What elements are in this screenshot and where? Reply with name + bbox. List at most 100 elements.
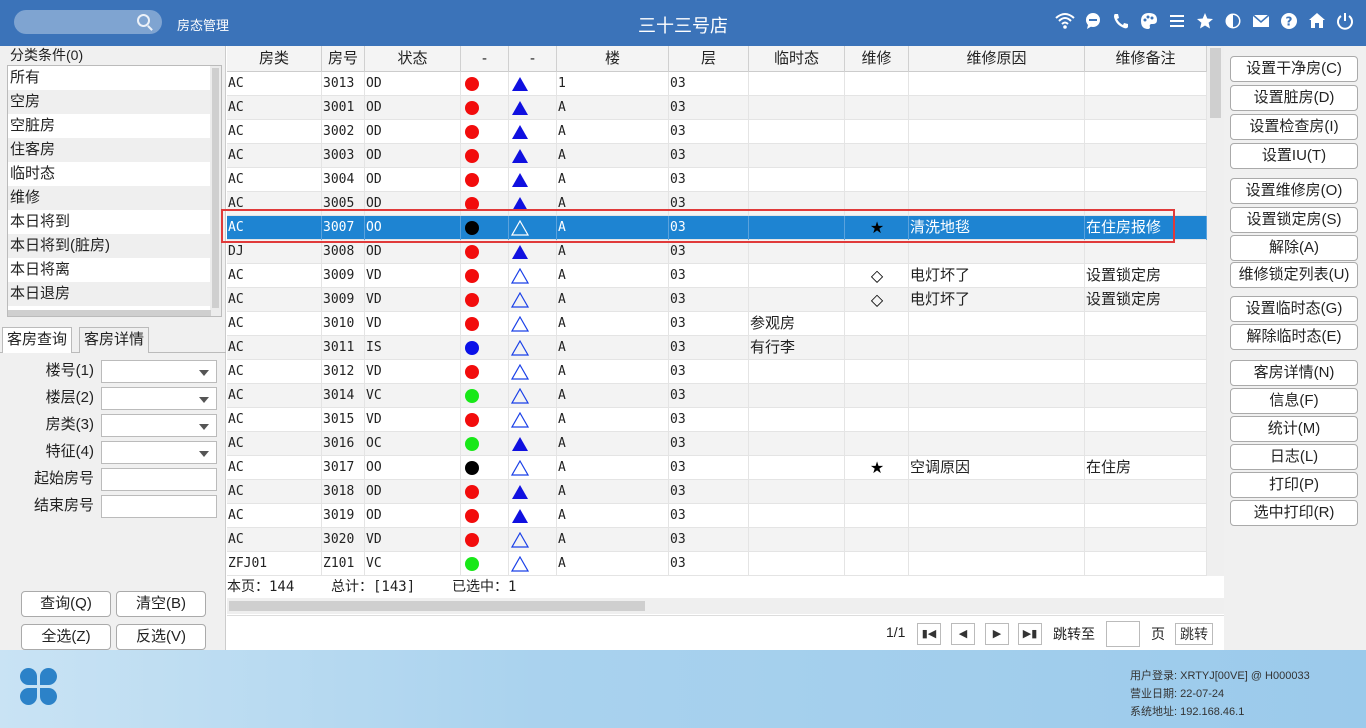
palette-icon[interactable] — [1138, 12, 1160, 34]
table-row[interactable]: AC 3018 OD A 03 — [227, 480, 1207, 504]
header-temp-status[interactable]: 临时态 — [749, 46, 845, 72]
power-icon[interactable] — [1334, 12, 1356, 34]
tab-room-detail[interactable]: 客房详情 — [79, 327, 150, 353]
action-button-4[interactable]: 设置维修房(O) — [1230, 178, 1358, 204]
table-row[interactable]: DJ 3008 OD A 03 — [227, 240, 1207, 264]
table-row[interactable]: AC 3009 VD A 03 ◇ 电灯坏了 设置锁定房 — [227, 288, 1207, 312]
action-button-11[interactable]: 信息(F) — [1230, 388, 1358, 414]
action-button-0[interactable]: 设置干净房(C) — [1230, 56, 1358, 82]
tab-room-query[interactable]: 客房查询 — [2, 327, 73, 353]
action-button-1[interactable]: 设置脏房(D) — [1230, 85, 1358, 111]
room-type-cell: AC — [227, 264, 322, 288]
action-button-10[interactable]: 客房详情(N) — [1230, 360, 1358, 386]
category-item[interactable]: 本日将到 — [8, 210, 221, 234]
table-row[interactable]: AC 3015 VD A 03 — [227, 408, 1207, 432]
prev-page-button[interactable]: ◀ — [951, 623, 975, 645]
header-dot[interactable]: - — [461, 46, 509, 72]
table-row[interactable]: AC 3017 OO A 03 ★ 空调原因 在住房 — [227, 456, 1207, 480]
help-icon[interactable]: ? — [1278, 12, 1300, 34]
header-triangle[interactable]: - — [509, 46, 557, 72]
header-repair-note[interactable]: 维修备注 — [1085, 46, 1207, 72]
category-item[interactable]: 本日将离 — [8, 258, 221, 282]
repair-reason-cell — [909, 408, 1085, 432]
query-button[interactable]: 查询(Q) — [21, 591, 111, 617]
menu-icon[interactable] — [1166, 12, 1188, 34]
header-room-type[interactable]: 房类 — [227, 46, 322, 72]
grid-hscrollbar[interactable] — [227, 598, 1224, 614]
header-building[interactable]: 楼 — [557, 46, 669, 72]
next-page-button[interactable]: ▶ — [985, 623, 1009, 645]
action-button-14[interactable]: 打印(P) — [1230, 472, 1358, 498]
table-row[interactable]: AC 3003 OD A 03 — [227, 144, 1207, 168]
invert-selection-button[interactable]: 反选(V) — [116, 624, 206, 650]
action-button-13[interactable]: 日志(L) — [1230, 444, 1358, 470]
header-repair-reason[interactable]: 维修原因 — [909, 46, 1085, 72]
action-button-8[interactable]: 设置临时态(G) — [1230, 296, 1358, 322]
category-item[interactable]: 住客房 — [8, 138, 221, 162]
home-icon[interactable] — [1306, 12, 1328, 34]
star-icon[interactable] — [1194, 12, 1216, 34]
table-row[interactable]: ZFJ01 Z101 VC A 03 — [227, 552, 1207, 576]
action-button-12[interactable]: 统计(M) — [1230, 416, 1358, 442]
category-item[interactable]: 维修 — [8, 186, 221, 210]
start-room-input[interactable] — [101, 468, 217, 491]
action-button-15[interactable]: 选中打印(R) — [1230, 500, 1358, 526]
building-select[interactable] — [101, 360, 217, 383]
filled-triangle-icon — [512, 509, 528, 523]
category-vscrollbar[interactable] — [210, 66, 221, 316]
category-item[interactable]: 临时态 — [8, 162, 221, 186]
header-floor[interactable]: 层 — [669, 46, 749, 72]
action-button-6[interactable]: 解除(A) — [1230, 235, 1358, 261]
table-row[interactable]: AC 3004 OD A 03 — [227, 168, 1207, 192]
jump-button[interactable]: 跳转 — [1175, 623, 1213, 645]
header-room-number[interactable]: 房号 — [322, 46, 365, 72]
table-row[interactable]: AC 3016 OC A 03 — [227, 432, 1207, 456]
action-button-7[interactable]: 维修锁定列表(U) — [1230, 262, 1358, 288]
select-all-button[interactable]: 全选(Z) — [21, 624, 111, 650]
jump-page-input[interactable] — [1106, 621, 1140, 647]
wifi-icon[interactable] — [1054, 12, 1076, 34]
mail-icon[interactable] — [1250, 12, 1272, 34]
table-row[interactable]: AC 3014 VC A 03 — [227, 384, 1207, 408]
red-status-dot-icon — [465, 509, 479, 523]
floor-select[interactable] — [101, 387, 217, 410]
action-button-3[interactable]: 设置IU(T) — [1230, 143, 1358, 169]
category-hscrollbar[interactable] — [8, 310, 211, 316]
table-row[interactable]: AC 3013 OD 1 03 — [227, 72, 1207, 96]
theme-icon[interactable] — [1222, 12, 1244, 34]
action-button-9[interactable]: 解除临时态(E) — [1230, 324, 1358, 350]
table-row[interactable]: AC 3012 VD A 03 — [227, 360, 1207, 384]
grid-vscrollbar[interactable] — [1207, 46, 1224, 576]
category-item[interactable]: 所有 — [8, 66, 221, 90]
table-row[interactable]: AC 3011 IS A 03 有行李 — [227, 336, 1207, 360]
header-status[interactable]: 状态 — [365, 46, 461, 72]
outline-triangle-icon — [511, 532, 529, 548]
category-list[interactable]: 所有 空房 空脏房 住客房 临时态 维修 本日将到 本日将到(脏房) 本日将离 … — [7, 65, 222, 317]
action-button-5[interactable]: 设置锁定房(S) — [1230, 207, 1358, 233]
end-room-input[interactable] — [101, 495, 217, 518]
category-item[interactable]: 本日退房 — [8, 282, 221, 306]
chat-icon[interactable] — [1082, 12, 1104, 34]
table-row[interactable]: AC 3009 VD A 03 ◇ 电灯坏了 设置锁定房 — [227, 264, 1207, 288]
search-icon[interactable] — [137, 14, 150, 27]
table-row[interactable]: AC 3019 OD A 03 — [227, 504, 1207, 528]
category-item[interactable]: 本日将到(脏房) — [8, 234, 221, 258]
phone-icon[interactable] — [1110, 12, 1132, 34]
first-page-button[interactable]: ▮◀ — [917, 623, 941, 645]
clear-button[interactable]: 清空(B) — [116, 591, 206, 617]
last-page-button[interactable]: ▶▮ — [1018, 623, 1042, 645]
scroll-thumb[interactable] — [229, 601, 645, 611]
feature-select[interactable] — [101, 441, 217, 464]
scroll-thumb[interactable] — [212, 68, 219, 308]
room-type-select[interactable] — [101, 414, 217, 437]
scroll-thumb[interactable] — [1210, 48, 1221, 118]
category-item[interactable]: 空脏房 — [8, 114, 221, 138]
category-item[interactable]: 空房 — [8, 90, 221, 114]
table-row[interactable]: AC 3020 VD A 03 — [227, 528, 1207, 552]
header-repair[interactable]: 维修 — [845, 46, 909, 72]
table-row[interactable]: AC 3001 OD A 03 — [227, 96, 1207, 120]
search-input[interactable] — [14, 10, 162, 34]
table-row[interactable]: AC 3010 VD A 03 参观房 — [227, 312, 1207, 336]
action-button-2[interactable]: 设置检查房(I) — [1230, 114, 1358, 140]
table-row[interactable]: AC 3002 OD A 03 — [227, 120, 1207, 144]
